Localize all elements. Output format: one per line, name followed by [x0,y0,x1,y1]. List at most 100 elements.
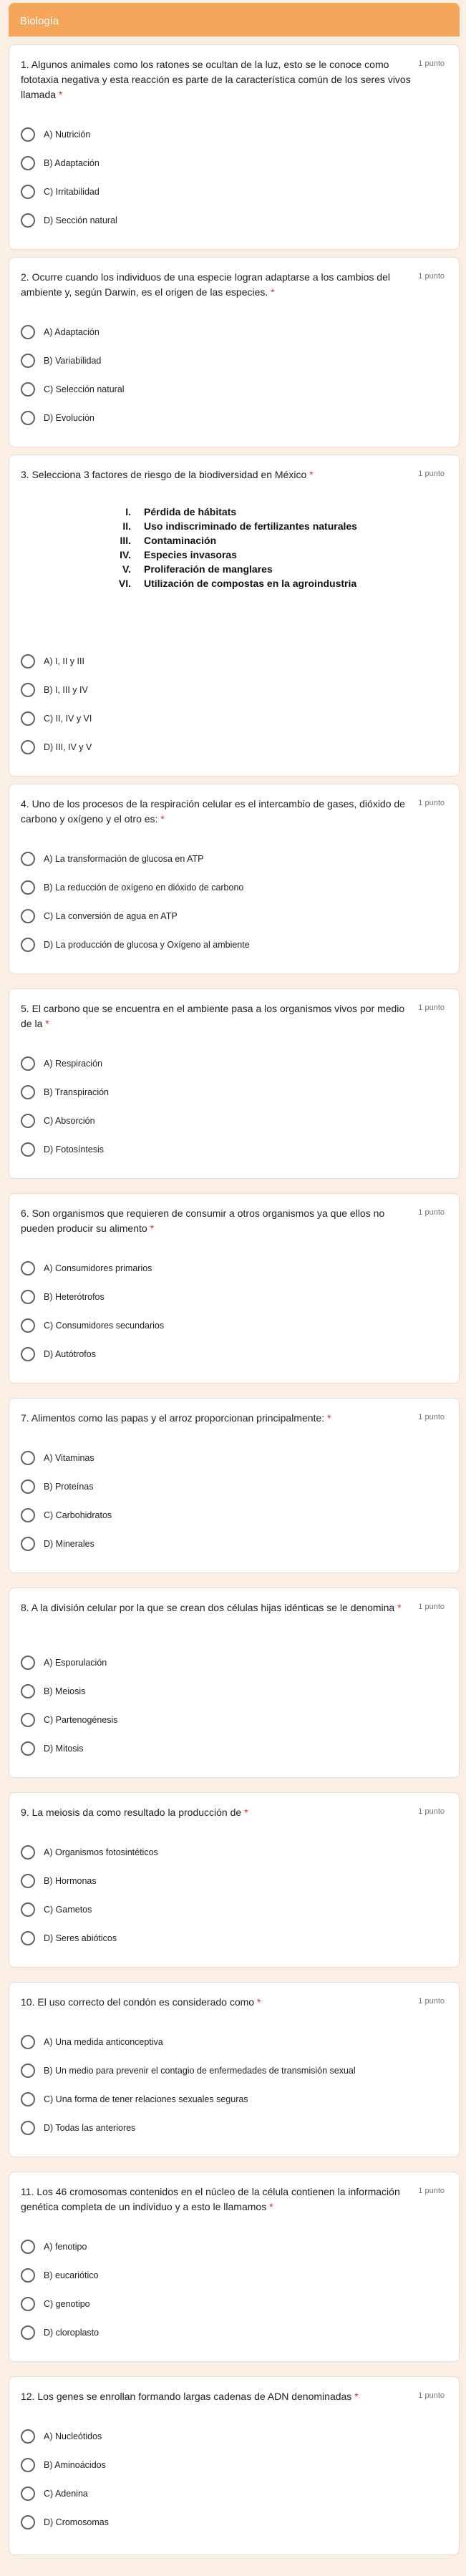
answer-option[interactable]: A) fenotipo [21,2238,87,2255]
answer-option[interactable]: C) Absorción [21,1112,95,1129]
radio-button[interactable] [21,2487,35,2501]
radio-button[interactable] [21,1931,35,1945]
answer-option[interactable]: A) Esporulación [21,1654,107,1671]
radio-button[interactable] [21,127,35,142]
radio-button[interactable] [21,1056,35,1071]
answer-option[interactable]: C) Una forma de tener relaciones sexuale… [21,2091,248,2108]
answer-option[interactable]: B) Meiosis [21,1683,85,1700]
radio-button[interactable] [21,740,35,754]
answer-option[interactable]: D) Minerales [21,1535,94,1552]
radio-button[interactable] [21,2429,35,2444]
radio-button[interactable] [21,1261,35,1275]
radio-button[interactable] [21,213,35,228]
radio-button[interactable] [21,683,35,697]
radio-button[interactable] [21,325,35,339]
radio-button[interactable] [21,1479,35,1494]
radio-button[interactable] [21,1142,35,1157]
answer-option[interactable]: A) Nucleótidos [21,2428,102,2445]
points-label: 1 punto [418,1807,445,1816]
radio-button[interactable] [21,2515,35,2529]
radio-button[interactable] [21,909,35,923]
answer-option[interactable]: D) Mitosis [21,1740,84,1757]
answer-option[interactable]: B) Transpiración [21,1084,109,1101]
radio-button[interactable] [21,1874,35,1888]
radio-button[interactable] [21,2325,35,2340]
answer-option[interactable]: D) La producción de glucosa y Oxígeno al… [21,936,250,953]
answer-option[interactable]: C) genotipo [21,2295,90,2313]
radio-button[interactable] [21,1684,35,1698]
answer-option[interactable]: B) Aminoácidos [21,2456,106,2474]
answer-option[interactable]: D) Autótrofos [21,1346,96,1363]
answer-option[interactable]: B) I, III y IV [21,681,88,699]
radio-button[interactable] [21,938,35,952]
radio-button[interactable] [21,354,35,368]
radio-button[interactable] [21,185,35,199]
radio-button[interactable] [21,1347,35,1361]
answer-option[interactable]: D) cloroplasto [21,2324,99,2341]
radio-button[interactable] [21,2240,35,2254]
radio-button[interactable] [21,1508,35,1522]
answer-option[interactable]: C) Gametos [21,1901,92,1918]
radio-button[interactable] [21,1713,35,1727]
answer-option[interactable]: D) Sección natural [21,212,117,229]
answer-option[interactable]: A) I, II y III [21,653,84,670]
answer-option[interactable]: C) Adenina [21,2485,88,2502]
answer-option[interactable]: B) Un medio para prevenir el contagio de… [21,2062,356,2079]
answer-option[interactable]: C) Selección natural [21,381,125,398]
answer-option[interactable]: B) Variabilidad [21,352,101,369]
radio-button[interactable] [21,1085,35,1099]
answer-option[interactable]: A) Consumidores primarios [21,1260,152,1277]
answer-option[interactable]: A) Organismos fotosintéticos [21,1844,158,1861]
radio-button[interactable] [21,411,35,425]
answer-option[interactable]: B) La reducción de oxígeno en dióxido de… [21,879,243,896]
radio-button[interactable] [21,852,35,866]
question-title: 11. Los 46 cromosomas contenidos en el n… [21,2184,413,2215]
answer-option[interactable]: A) La transformación de glucosa en ATP [21,850,204,867]
answer-option[interactable]: C) Consumidores secundarios [21,1317,164,1334]
answer-option[interactable]: A) Nutrición [21,126,90,143]
answer-option[interactable]: A) Vitaminas [21,1449,94,1467]
answer-option[interactable]: C) La conversión de agua en ATP [21,908,178,925]
radio-button[interactable] [21,1451,35,1465]
option-label: D) Autótrofos [44,1349,96,1359]
radio-button[interactable] [21,654,35,669]
answer-option[interactable]: D) Fotosíntesis [21,1141,104,1158]
answer-option[interactable]: D) Todas las anteriores [21,2119,135,2137]
radio-button[interactable] [21,2092,35,2106]
radio-button[interactable] [21,711,35,726]
answer-option[interactable]: B) Proteínas [21,1478,93,1495]
radio-button[interactable] [21,1537,35,1551]
answer-option[interactable]: C) Carbohidratos [21,1507,112,1524]
answer-option[interactable]: B) Hormonas [21,1872,97,1890]
radio-button[interactable] [21,1845,35,1860]
radio-button[interactable] [21,2297,35,2311]
radio-button[interactable] [21,2458,35,2472]
answer-option[interactable]: C) Irritabilidad [21,183,99,200]
radio-button[interactable] [21,1741,35,1756]
answer-option[interactable]: A) Adaptación [21,324,99,341]
radio-button[interactable] [21,2064,35,2078]
answer-option[interactable]: B) eucariótico [21,2267,98,2284]
radio-button[interactable] [21,2268,35,2283]
radio-button[interactable] [21,2121,35,2135]
option-label: D) cloroplasto [44,2328,99,2338]
answer-option[interactable]: C) II, IV y VI [21,710,92,727]
radio-button[interactable] [21,1290,35,1304]
radio-button[interactable] [21,1902,35,1917]
answer-option[interactable]: A) Una medida anticonceptiva [21,2033,163,2051]
radio-button[interactable] [21,1318,35,1333]
answer-option[interactable]: A) Respiración [21,1055,102,1072]
radio-button[interactable] [21,2035,35,2049]
answer-option[interactable]: D) III, IV y V [21,739,92,756]
radio-button[interactable] [21,1114,35,1128]
answer-option[interactable]: B) Heterótrofos [21,1288,105,1306]
radio-button[interactable] [21,1656,35,1670]
answer-option[interactable]: B) Adaptación [21,155,99,172]
radio-button[interactable] [21,156,35,170]
answer-option[interactable]: D) Cromosomas [21,2514,109,2531]
answer-option[interactable]: D) Evolución [21,409,94,427]
radio-button[interactable] [21,382,35,397]
radio-button[interactable] [21,880,35,895]
answer-option[interactable]: D) Seres abióticos [21,1930,117,1947]
answer-option[interactable]: C) Partenogénesis [21,1711,118,1729]
